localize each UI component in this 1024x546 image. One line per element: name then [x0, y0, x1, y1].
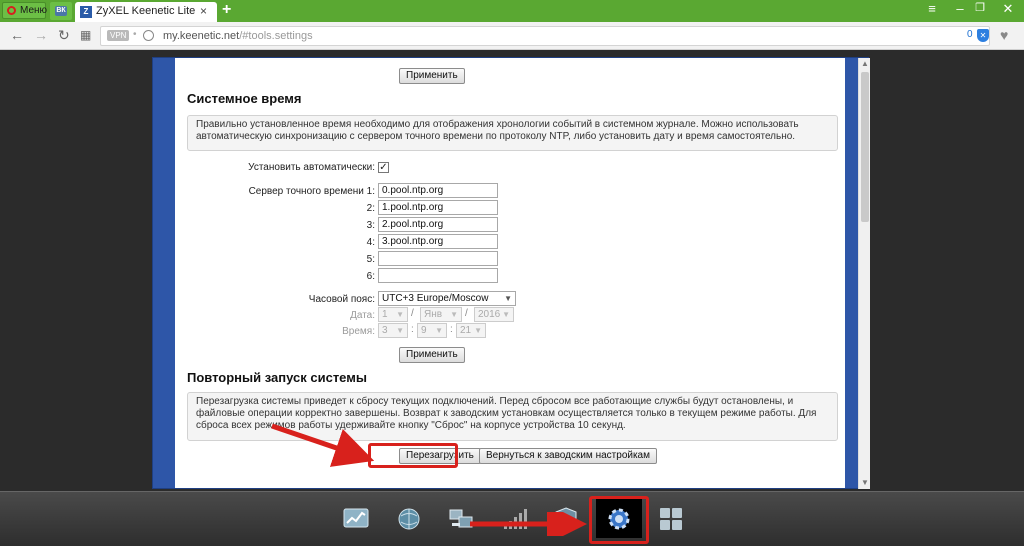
time-hour-value: 3 [382, 325, 388, 336]
date-year-select[interactable]: 2016 ▼ [474, 307, 514, 322]
url-field[interactable]: VPN • my.keenetic.net/#tools.settings 0 … [100, 26, 990, 46]
vk-icon: ВК [55, 6, 67, 16]
ntp-label-4: 4: [366, 237, 375, 248]
date-month-value: Янв [424, 309, 443, 320]
timezone-value: UTC+3 Europe/Moscow [382, 293, 489, 304]
scroll-down-icon[interactable]: ▼ [861, 478, 869, 487]
auto-time-checkbox[interactable]: ✓ [378, 162, 389, 173]
annotation-arrow-left [271, 423, 375, 467]
vpn-badge[interactable]: VPN [107, 30, 130, 41]
close-icon[interactable]: × [200, 4, 207, 18]
plus-icon[interactable]: + [222, 1, 231, 19]
opera-logo-icon [7, 6, 16, 15]
restart-title: Повторный запуск системы [187, 370, 367, 385]
date-separator: / [465, 308, 468, 319]
highlight-settings-box [589, 496, 649, 544]
scroll-up-icon[interactable]: ▲ [861, 59, 869, 68]
heart-icon[interactable]: ♥ [1000, 27, 1008, 43]
ntp-label-6: 6: [366, 271, 375, 282]
time-minute-select[interactable]: 9 ▼ [417, 323, 447, 338]
apps-icon[interactable] [658, 507, 684, 531]
tab-bar: Меню ВК Z ZyXEL Keenetic Lite III Пар × … [0, 0, 1024, 22]
chevron-down-icon: ▼ [396, 326, 404, 335]
grid-icon[interactable]: ▦ [80, 28, 91, 42]
chevron-down-icon: ▼ [504, 294, 512, 303]
ntp-server-5[interactable] [378, 251, 498, 266]
auto-time-label: Установить автоматически: [248, 162, 375, 173]
ntp-label-3: 3: [366, 220, 375, 231]
router-frame: Применить Системное время Правильно уста… [152, 57, 870, 489]
address-bar: ← → ↻ ▦ VPN • my.keenetic.net/#tools.set… [0, 22, 1024, 50]
chevron-down-icon: ▼ [435, 326, 443, 335]
date-month-select[interactable]: Янв ▼ [420, 307, 462, 322]
reload-icon[interactable]: ↻ [58, 27, 70, 44]
time-hour-select[interactable]: 3 ▼ [378, 323, 408, 338]
time-second-value: 21 [460, 325, 472, 336]
date-day-select[interactable]: 1 ▼ [378, 307, 408, 322]
highlight-reboot-box [368, 443, 458, 468]
date-year-value: 2016 [478, 309, 501, 320]
factory-reset-button[interactable]: Вернуться к заводским настройкам [479, 448, 657, 464]
tab-title: ZyXEL Keenetic Lite III Пар [96, 5, 196, 17]
url-text: my.keenetic.net/#tools.settings [163, 30, 313, 42]
close-window-icon[interactable]: ✕ [994, 1, 1022, 17]
date-separator: / [411, 308, 414, 319]
url-path: /#tools.settings [239, 30, 313, 42]
tab-router[interactable]: Z ZyXEL Keenetic Lite III Пар × [75, 2, 217, 22]
chevron-down-icon: ▼ [396, 310, 404, 319]
separator-dot: • [133, 29, 137, 40]
forward-icon[interactable]: → [34, 27, 48, 43]
zyxel-favicon-icon: Z [80, 6, 92, 18]
ntp-label-5: 5: [366, 254, 375, 265]
url-host: my.keenetic.net [163, 30, 240, 42]
date-label: Дата: [350, 310, 375, 321]
time-label: Время: [342, 326, 375, 337]
system-time-title: Системное время [187, 91, 302, 106]
system-time-info: Правильно установленное время необходимо… [187, 115, 838, 151]
timezone-label: Часовой пояс: [308, 294, 375, 305]
annotation-arrow-bottom [470, 512, 587, 536]
internet-globe-icon[interactable] [396, 507, 422, 531]
tab-vk[interactable]: ВК [50, 2, 72, 20]
chevron-down-icon: ▼ [450, 310, 458, 319]
timezone-select[interactable]: UTC+3 Europe/Moscow ▼ [378, 291, 516, 306]
ntp-server-4[interactable]: 3.pool.ntp.org [378, 234, 498, 249]
restore-icon[interactable]: ❐ [966, 1, 994, 14]
ntp-server-2[interactable]: 1.pool.ntp.org [378, 200, 498, 215]
back-icon[interactable]: ← [10, 27, 24, 43]
blocked-count: 0 [967, 29, 973, 40]
ntp-label-1: Сервер точного времени 1: [248, 186, 375, 197]
chevron-down-icon: ▼ [474, 326, 482, 335]
scrollbar-thumb[interactable] [861, 72, 869, 222]
chevron-down-icon: ▼ [502, 310, 510, 319]
apply-button[interactable]: Применить [399, 347, 465, 363]
apply-button-top[interactable]: Применить [399, 68, 465, 84]
ntp-server-3[interactable]: 2.pool.ntp.org [378, 217, 498, 232]
ntp-server-1[interactable]: 0.pool.ntp.org [378, 183, 498, 198]
opera-menu-button[interactable]: Меню [2, 2, 48, 19]
shield-icon[interactable]: ✕ [977, 29, 989, 42]
scrollbar[interactable]: ▲ ▼ [858, 58, 870, 489]
ntp-label-2: 2: [366, 203, 375, 214]
monitor-icon[interactable] [343, 507, 369, 531]
date-day-value: 1 [382, 309, 388, 320]
time-separator: : [411, 324, 414, 335]
time-separator: : [450, 324, 453, 335]
ntp-server-6[interactable] [378, 268, 498, 283]
time-minute-value: 9 [421, 325, 427, 336]
time-second-select[interactable]: 21 ▼ [456, 323, 486, 338]
globe-icon [143, 30, 154, 41]
menu-label: Меню [20, 5, 48, 16]
tab-menu-icon[interactable]: ≡ [918, 1, 946, 16]
